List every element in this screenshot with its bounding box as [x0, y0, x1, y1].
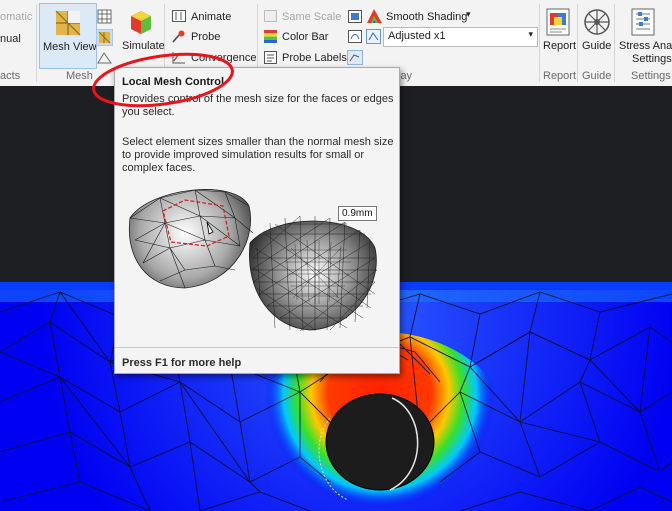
local-mesh-control-icon[interactable] — [96, 29, 113, 46]
separator — [577, 4, 578, 82]
simulate-button[interactable]: Simulate — [122, 40, 165, 52]
convergence-icon — [172, 52, 186, 64]
tooltip-detail: Select element sizes smaller than the no… — [122, 136, 394, 174]
mesh-settings-icon[interactable] — [97, 9, 112, 24]
color-bar-icon — [264, 30, 277, 43]
help-hint: Press F1 for more help — [122, 357, 242, 369]
local-mesh-control-tooltip: Local Mesh Control Provides control of t… — [114, 67, 400, 374]
probe-icon — [172, 30, 185, 43]
animate-button[interactable]: Animate — [191, 11, 231, 23]
separator — [36, 4, 37, 82]
tooltip-separator — [115, 347, 399, 348]
mesh-view-button[interactable]: Mesh View — [39, 3, 97, 69]
guide-group-label: Guide — [582, 70, 612, 82]
smooth-shading-dropdown[interactable]: Smooth Shading — [386, 11, 467, 23]
guide-button[interactable]: Guide — [582, 40, 611, 52]
edges-icon[interactable] — [347, 50, 363, 65]
probe-labels-icon — [264, 51, 277, 64]
probe-button[interactable]: Probe — [191, 31, 220, 43]
guide-icon — [584, 9, 610, 35]
convergence-button[interactable]: Convergence — [191, 52, 256, 64]
deformation-scale-value: Adjusted x1 — [388, 30, 446, 42]
mesh-group-label: Mesh — [66, 70, 93, 82]
settings-group-label: Settings — [631, 70, 671, 82]
stress-analysis-settings-line2: Settings — [632, 53, 672, 65]
separator — [539, 4, 540, 82]
mesh-view-label: Mesh View — [43, 41, 97, 53]
tooltip-title: Local Mesh Control — [122, 76, 225, 88]
color-bar-button[interactable]: Color Bar — [282, 31, 328, 43]
deformation-icon — [348, 30, 362, 43]
display-group-label: lay — [398, 70, 413, 82]
report-icon — [546, 8, 570, 36]
probe-labels-button[interactable]: Probe Labels — [282, 52, 347, 64]
adjusted-icon — [366, 29, 381, 44]
mesh-illustration — [128, 189, 378, 332]
mesh-size-value: 0.9mm — [338, 206, 377, 221]
stress-analysis-settings-icon — [631, 8, 655, 36]
same-scale-button: Same Scale — [282, 11, 342, 23]
same-scale-icon — [264, 10, 277, 22]
chevron-down-icon[interactable]: ▾ — [528, 29, 533, 40]
shading-icon[interactable] — [348, 10, 362, 23]
tooltip-description: Provides control of the mesh size for th… — [122, 93, 394, 118]
simulate-icon[interactable] — [127, 8, 155, 36]
mesh-view-icon — [55, 10, 81, 36]
automatic-contacts-label[interactable]: omatic — [0, 11, 32, 23]
report-button[interactable]: Report — [543, 40, 576, 52]
convergence-settings-icon[interactable] — [97, 51, 112, 64]
deformation-scale-select[interactable]: Adjusted x1 ▾ — [383, 27, 538, 47]
chevron-down-icon[interactable]: ▾ — [466, 9, 471, 20]
animate-icon — [172, 10, 186, 22]
manual-contacts-label[interactable]: nual — [0, 33, 21, 45]
separator — [614, 4, 615, 82]
contacts-group-label: acts — [0, 70, 21, 82]
stress-analysis-settings-button[interactable]: Stress Analy — [619, 40, 672, 52]
report-group-label: Report — [543, 70, 577, 82]
smooth-shading-icon — [367, 9, 382, 23]
